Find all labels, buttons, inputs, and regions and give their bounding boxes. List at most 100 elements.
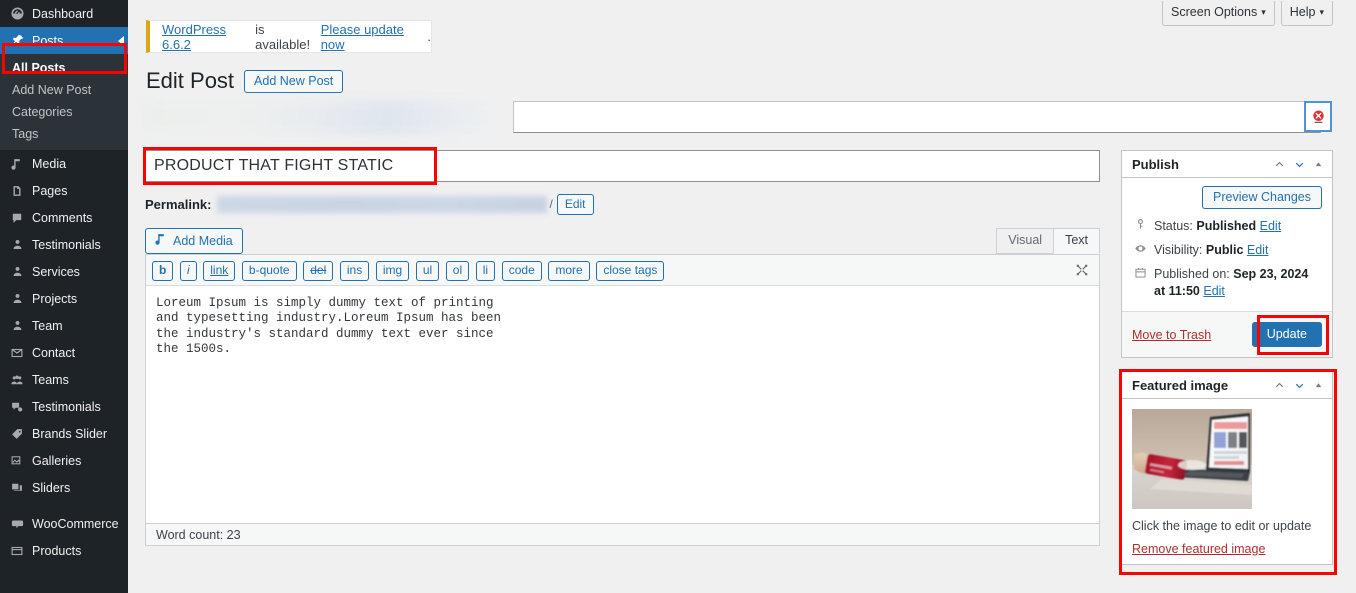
wordpress-version-link[interactable]: WordPress 6.6.2 <box>162 22 255 52</box>
groups-icon <box>6 373 28 387</box>
panel-handle-actions <box>1273 379 1324 392</box>
tab-text[interactable]: Text <box>1053 228 1100 254</box>
sidebar-label: Services <box>32 264 80 279</box>
sidebar-item-comments[interactable]: Comments <box>0 204 128 231</box>
add-media-button[interactable]: Add Media <box>145 228 243 254</box>
screen-meta-links: Screen Options ▾ Help ▾ <box>1162 1 1333 26</box>
sidebar-item-contact[interactable]: Contact <box>0 339 128 366</box>
submenu-item-categories[interactable]: Categories <box>0 101 128 123</box>
sidebar-item-services[interactable]: Services <box>0 258 128 285</box>
move-down-icon[interactable] <box>1293 379 1306 392</box>
submenu-item-tags[interactable]: Tags <box>0 123 128 145</box>
quicktag-italic[interactable]: i <box>179 261 197 281</box>
sidebar-item-dashboard[interactable]: Dashboard <box>0 0 128 27</box>
quicktag-bold[interactable]: b <box>152 261 174 281</box>
add-media-label: Add Media <box>173 233 233 248</box>
sidebar-item-teams[interactable]: Teams <box>0 366 128 393</box>
move-up-icon[interactable] <box>1273 158 1286 171</box>
sidebar-label: Products <box>32 543 82 558</box>
quicktag-ins[interactable]: ins <box>339 261 370 281</box>
post-content-textarea[interactable]: Loreum Ipsum is simply dummy text of pri… <box>146 286 1099 523</box>
sidebar-item-sliders[interactable]: Sliders <box>0 474 128 501</box>
fullscreen-icon[interactable] <box>1075 263 1089 280</box>
quicktag-li[interactable]: li <box>475 261 496 281</box>
update-button[interactable]: Update <box>1251 322 1322 347</box>
screen-options-button[interactable]: Screen Options ▾ <box>1162 1 1275 26</box>
sidebar-item-projects[interactable]: Projects <box>0 285 128 312</box>
quicktag-ul[interactable]: ul <box>415 261 440 281</box>
eye-icon <box>1132 242 1148 255</box>
submenu-item-all-posts[interactable]: All Posts <box>0 57 128 79</box>
quicktag-more[interactable]: more <box>548 261 590 281</box>
sidebar-item-testimonials-1[interactable]: Testimonials <box>0 231 128 258</box>
quicktag-code[interactable]: code <box>501 261 542 281</box>
status-value: Published <box>1196 219 1257 233</box>
dashboard-icon <box>6 6 28 21</box>
sidebar-item-team[interactable]: Team <box>0 312 128 339</box>
move-down-icon[interactable] <box>1293 158 1306 171</box>
edit-status-link[interactable]: Edit <box>1260 219 1282 233</box>
featured-image-thumbnail[interactable] <box>1132 409 1252 509</box>
move-to-trash-link[interactable]: Move to Trash <box>1132 328 1211 342</box>
publish-panel-header: Publish <box>1122 151 1332 178</box>
slider-icon <box>6 481 28 495</box>
post-title-input[interactable] <box>145 150 1100 182</box>
sidebar-item-products[interactable]: Products <box>0 537 128 564</box>
quicktag-b-quote[interactable]: b-quote <box>241 261 297 281</box>
sidebar-item-brands-slider[interactable]: Brands Slider <box>0 420 128 447</box>
add-new-post-button[interactable]: Add New Post <box>244 69 344 93</box>
close-notice-button[interactable] <box>1304 101 1332 132</box>
media-icon <box>154 232 168 249</box>
published-on-row: Published on: Sep 23, 2024 at 11:50 Edit <box>1132 263 1322 304</box>
status-text: Status: Published Edit <box>1154 218 1281 235</box>
preview-changes-button[interactable]: Preview Changes <box>1202 186 1322 209</box>
toggle-panel-icon[interactable] <box>1313 380 1324 391</box>
key-icon <box>1132 218 1148 231</box>
quicktag-del[interactable]: del <box>303 261 334 281</box>
sidebar-label: Testimonials <box>32 399 101 414</box>
quicktag-close-tags[interactable]: close tags <box>596 261 665 281</box>
sidebar-item-media[interactable]: Media <box>0 150 128 177</box>
edit-published-link[interactable]: Edit <box>1203 284 1225 298</box>
edit-permalink-button[interactable]: Edit <box>556 193 594 215</box>
sidebar-label: Pages <box>32 183 68 198</box>
publish-panel-title: Publish <box>1132 156 1179 172</box>
sidebar-item-pages[interactable]: Pages <box>0 177 128 204</box>
quicktag-ol[interactable]: ol <box>445 261 470 281</box>
sidebar-label: Posts <box>32 33 64 48</box>
tag-icon <box>6 427 28 441</box>
permalink-row: Permalink: / Edit <box>145 193 1100 215</box>
top-input-box[interactable] <box>513 101 1321 133</box>
toggle-panel-icon[interactable] <box>1313 159 1324 170</box>
remove-featured-image-link[interactable]: Remove featured image <box>1132 542 1322 556</box>
credit-card-laptop-photo <box>1132 409 1252 509</box>
edit-visibility-link[interactable]: Edit <box>1247 243 1269 257</box>
sidebar-label: Contact <box>32 345 76 360</box>
quicktag-img[interactable]: img <box>375 261 410 281</box>
user-icon <box>6 292 28 305</box>
help-label: Help <box>1289 5 1316 19</box>
gallery-icon <box>6 454 28 468</box>
permalink-tail: / <box>549 197 553 211</box>
move-up-icon[interactable] <box>1273 379 1286 392</box>
woocommerce-icon <box>6 517 28 531</box>
sidebar-item-posts[interactable]: Posts <box>0 27 128 54</box>
visibility-label: Visibility: <box>1154 243 1203 257</box>
help-button[interactable]: Help ▾ <box>1280 1 1333 26</box>
user-icon <box>6 319 28 332</box>
sidebar-item-testimonials-2[interactable]: Testimonials <box>0 393 128 420</box>
chevron-down-icon: ▾ <box>1261 7 1266 17</box>
post-body-content: Permalink: / Edit Add Media Visual Text <box>143 147 1100 546</box>
sidebar-item-woocommerce[interactable]: WooCommerce <box>0 510 128 537</box>
sidebar-item-galleries[interactable]: Galleries <box>0 447 128 474</box>
publish-panel: Publish Preview Changes Status: Publishe… <box>1121 150 1333 358</box>
wordpress-admin-screen: Dashboard Posts All Posts Add New Post C… <box>0 0 1356 593</box>
tab-visual[interactable]: Visual <box>996 228 1055 254</box>
submenu-item-add-new-post[interactable]: Add New Post <box>0 79 128 101</box>
editor-mode-tabs: Visual Text <box>996 228 1100 254</box>
quicktag-link[interactable]: link <box>203 261 236 281</box>
published-label: Published on: <box>1154 267 1230 281</box>
title-wrap <box>143 147 1100 185</box>
envelope-icon <box>6 346 28 360</box>
please-update-now-link[interactable]: Please update now <box>321 22 428 52</box>
